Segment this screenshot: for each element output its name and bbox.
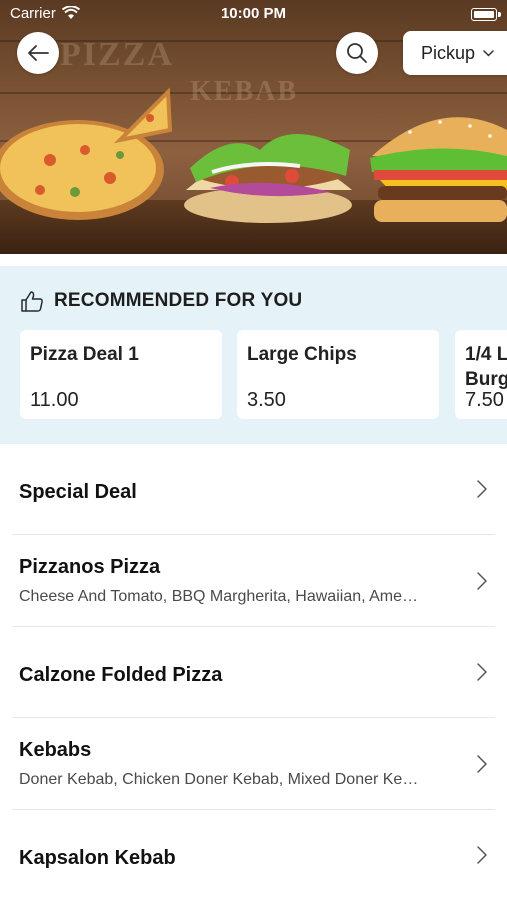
chevron-right-icon — [477, 663, 487, 681]
kebab-illustration — [184, 134, 352, 223]
recommended-section: RECOMMENDED FOR YOU Pizza Deal 1 11.00 L… — [0, 266, 507, 444]
category-subtitle: Cheese And Tomato, BBQ Margherita, Hawai… — [19, 588, 419, 605]
recommended-header: RECOMMENDED FOR YOU — [20, 290, 302, 312]
category-subtitle: Doner Kebab, Chicken Doner Kebab, Mixed … — [19, 771, 419, 788]
pizza-illustration — [0, 87, 173, 220]
category-title: Kapsalon Kebab — [19, 847, 176, 869]
chevron-right-icon — [477, 480, 487, 498]
clock-time: 10:00 PM — [220, 5, 287, 22]
pickup-label: Pickup — [421, 42, 476, 63]
category-row-calzone-folded-pizza[interactable]: Calzone Folded Pizza — [12, 627, 495, 718]
category-title: Special Deal — [19, 481, 137, 503]
recommended-item-price: 3.50 — [247, 389, 286, 411]
chevron-right-icon — [477, 846, 487, 864]
recommended-carousel[interactable]: Pizza Deal 1 11.00 Large Chips 3.50 1/4 … — [20, 330, 507, 422]
chevron-right-icon — [477, 755, 487, 773]
battery-icon — [471, 8, 497, 21]
chevron-down-icon — [483, 49, 494, 57]
burger-illustration — [370, 117, 507, 222]
recommended-item-name: Pizza Deal 1 — [30, 344, 139, 365]
recommended-item-name: Large Chips — [247, 344, 357, 365]
recommended-item-price: 7.50 — [465, 389, 504, 411]
chevron-right-icon — [477, 572, 487, 590]
category-row-kapsalon-kebab[interactable]: Kapsalon Kebab — [12, 810, 495, 900]
category-title: Calzone Folded Pizza — [19, 664, 223, 686]
category-row-kebabs[interactable]: Kebabs Doner Kebab, Chicken Doner Kebab,… — [12, 718, 495, 810]
search-icon — [347, 43, 367, 63]
recommended-item-name: 1/4 L Burg — [465, 344, 507, 390]
recommended-card[interactable]: Pizza Deal 1 11.00 — [20, 330, 222, 419]
back-button[interactable] — [17, 32, 59, 74]
recommended-title: RECOMMENDED FOR YOU — [54, 290, 303, 311]
hero-banner: PIZZA KEBAB Carrier 10:00 PM Pickup — [0, 0, 507, 254]
recommended-card[interactable]: 1/4 L Burg 7.50 — [455, 330, 507, 419]
pickup-dropdown[interactable]: Pickup — [403, 31, 507, 75]
category-row-special-deal[interactable]: Special Deal — [12, 444, 495, 535]
search-button[interactable] — [336, 32, 378, 74]
recommended-item-price: 11.00 — [30, 389, 79, 411]
recommended-card[interactable]: Large Chips 3.50 — [237, 330, 439, 419]
category-title: Pizzanos Pizza — [19, 556, 161, 578]
thumbs-up-icon — [21, 291, 43, 312]
battery-tip — [498, 12, 501, 17]
category-title: Kebabs — [19, 739, 92, 761]
arrow-left-icon — [28, 45, 49, 61]
category-row-pizzanos-pizza[interactable]: Pizzanos Pizza Cheese And Tomato, BBQ Ma… — [12, 535, 495, 627]
status-bar: Carrier 10:00 PM — [0, 0, 507, 28]
